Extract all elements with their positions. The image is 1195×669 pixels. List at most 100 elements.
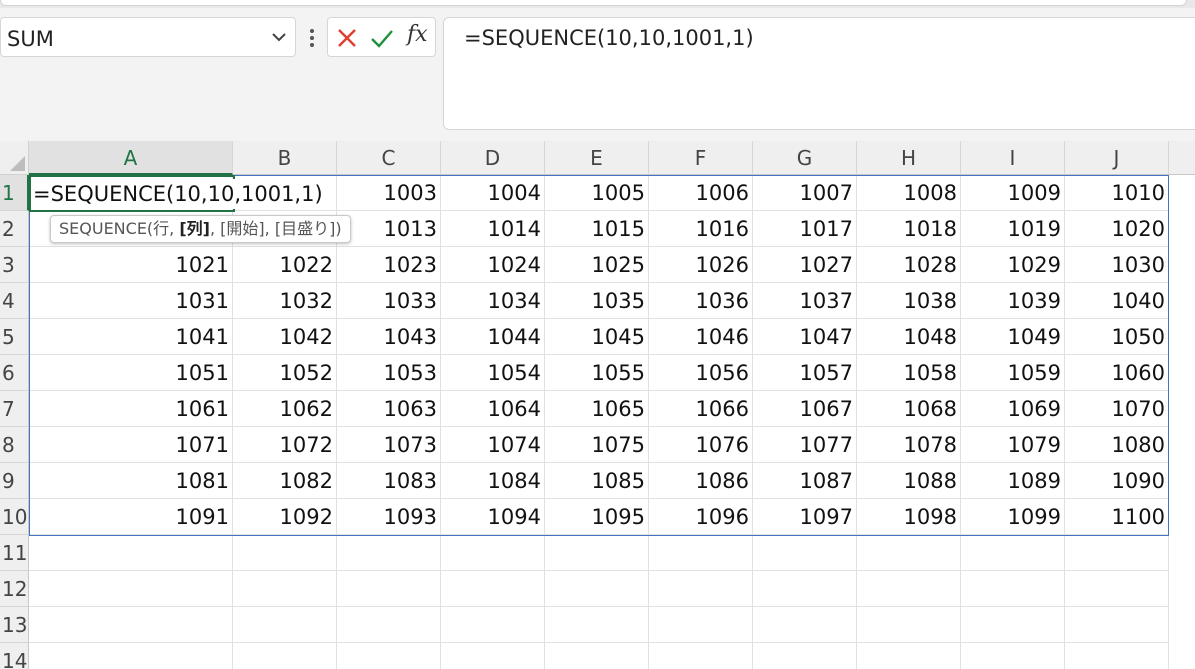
cell-j4[interactable]: 1040 bbox=[1065, 283, 1169, 319]
cell-h1[interactable]: 1008 bbox=[857, 175, 961, 211]
cell-e10[interactable]: 1095 bbox=[545, 499, 649, 535]
cell-i5[interactable]: 1049 bbox=[961, 319, 1065, 355]
cell-d13[interactable] bbox=[441, 607, 545, 643]
cell-h12[interactable] bbox=[857, 571, 961, 607]
x-icon[interactable] bbox=[336, 27, 358, 49]
cell-b5[interactable]: 1042 bbox=[233, 319, 337, 355]
cell-f7[interactable]: 1066 bbox=[649, 391, 753, 427]
cell-h9[interactable]: 1088 bbox=[857, 463, 961, 499]
row-header-6[interactable]: 6 bbox=[0, 355, 29, 391]
cell-b7[interactable]: 1062 bbox=[233, 391, 337, 427]
cell-h7[interactable]: 1068 bbox=[857, 391, 961, 427]
column-header-a[interactable]: A bbox=[29, 141, 233, 175]
cell-f10[interactable]: 1096 bbox=[649, 499, 753, 535]
cell-c2[interactable]: 1013 bbox=[337, 211, 441, 247]
cell-a5[interactable]: 1041 bbox=[29, 319, 233, 355]
cell-g5[interactable]: 1047 bbox=[753, 319, 857, 355]
column-header-h[interactable]: H bbox=[857, 141, 961, 175]
cell-j2[interactable]: 1020 bbox=[1065, 211, 1169, 247]
cell-e11[interactable] bbox=[545, 535, 649, 571]
cell-d1[interactable]: 1004 bbox=[441, 175, 545, 211]
cell-g12[interactable] bbox=[753, 571, 857, 607]
column-header-i[interactable]: I bbox=[961, 141, 1065, 175]
check-icon[interactable] bbox=[370, 27, 394, 49]
cell-f13[interactable] bbox=[649, 607, 753, 643]
cell-i6[interactable]: 1059 bbox=[961, 355, 1065, 391]
cell-c6[interactable]: 1053 bbox=[337, 355, 441, 391]
cell-a7[interactable]: 1061 bbox=[29, 391, 233, 427]
cell-e13[interactable] bbox=[545, 607, 649, 643]
cell-c12[interactable] bbox=[337, 571, 441, 607]
cell-h6[interactable]: 1058 bbox=[857, 355, 961, 391]
cell-j5[interactable]: 1050 bbox=[1065, 319, 1169, 355]
cell-f8[interactable]: 1076 bbox=[649, 427, 753, 463]
row-header-8[interactable]: 8 bbox=[0, 427, 29, 463]
more-options-icon[interactable] bbox=[305, 26, 319, 50]
cell-e7[interactable]: 1065 bbox=[545, 391, 649, 427]
cell-d4[interactable]: 1034 bbox=[441, 283, 545, 319]
cell-g14[interactable] bbox=[753, 643, 857, 669]
cell-i7[interactable]: 1069 bbox=[961, 391, 1065, 427]
row-header-2[interactable]: 2 bbox=[0, 211, 29, 247]
cell-h13[interactable] bbox=[857, 607, 961, 643]
row-header-11[interactable]: 11 bbox=[0, 535, 29, 571]
cell-a9[interactable]: 1081 bbox=[29, 463, 233, 499]
cell-g4[interactable]: 1037 bbox=[753, 283, 857, 319]
cell-d14[interactable] bbox=[441, 643, 545, 669]
cell-h10[interactable]: 1098 bbox=[857, 499, 961, 535]
cell-a13[interactable] bbox=[29, 607, 233, 643]
cell-g6[interactable]: 1057 bbox=[753, 355, 857, 391]
formula-bar[interactable]: =SEQUENCE(10,10,1001,1) bbox=[443, 17, 1195, 130]
row-header-5[interactable]: 5 bbox=[0, 319, 29, 355]
cell-i10[interactable]: 1099 bbox=[961, 499, 1065, 535]
cell-b3[interactable]: 1022 bbox=[233, 247, 337, 283]
cell-d9[interactable]: 1084 bbox=[441, 463, 545, 499]
cell-g11[interactable] bbox=[753, 535, 857, 571]
select-all-button[interactable] bbox=[0, 141, 29, 175]
cell-a12[interactable] bbox=[29, 571, 233, 607]
cell-edit-text[interactable]: =SEQUENCE(10,10,1001,1) bbox=[33, 179, 323, 209]
cell-a4[interactable]: 1031 bbox=[29, 283, 233, 319]
column-header-b[interactable]: B bbox=[233, 141, 337, 175]
cell-h5[interactable]: 1048 bbox=[857, 319, 961, 355]
cell-c10[interactable]: 1093 bbox=[337, 499, 441, 535]
row-header-10[interactable]: 10 bbox=[0, 499, 29, 535]
cell-e5[interactable]: 1045 bbox=[545, 319, 649, 355]
cell-g7[interactable]: 1067 bbox=[753, 391, 857, 427]
cell-c11[interactable] bbox=[337, 535, 441, 571]
cell-d11[interactable] bbox=[441, 535, 545, 571]
cell-j14[interactable] bbox=[1065, 643, 1169, 669]
cell-a3[interactable]: 1021 bbox=[29, 247, 233, 283]
cell-h4[interactable]: 1038 bbox=[857, 283, 961, 319]
cell-i1[interactable]: 1009 bbox=[961, 175, 1065, 211]
cell-g1[interactable]: 1007 bbox=[753, 175, 857, 211]
cell-e6[interactable]: 1055 bbox=[545, 355, 649, 391]
cell-f6[interactable]: 1056 bbox=[649, 355, 753, 391]
column-header-g[interactable]: G bbox=[753, 141, 857, 175]
row-header-4[interactable]: 4 bbox=[0, 283, 29, 319]
cell-j7[interactable]: 1070 bbox=[1065, 391, 1169, 427]
cell-d7[interactable]: 1064 bbox=[441, 391, 545, 427]
cell-j1[interactable]: 1010 bbox=[1065, 175, 1169, 211]
cell-b11[interactable] bbox=[233, 535, 337, 571]
insert-function-button[interactable]: fx bbox=[407, 22, 428, 47]
column-header-partial[interactable] bbox=[1169, 141, 1195, 175]
cell-h14[interactable] bbox=[857, 643, 961, 669]
cell-i2[interactable]: 1019 bbox=[961, 211, 1065, 247]
row-header-3[interactable]: 3 bbox=[0, 247, 29, 283]
cell-a6[interactable]: 1051 bbox=[29, 355, 233, 391]
cell-c1[interactable]: 1003 bbox=[337, 175, 441, 211]
cell-j12[interactable] bbox=[1065, 571, 1169, 607]
cell-g8[interactable]: 1077 bbox=[753, 427, 857, 463]
row-header-13[interactable]: 13 bbox=[0, 607, 29, 643]
cell-d5[interactable]: 1044 bbox=[441, 319, 545, 355]
cell-f4[interactable]: 1036 bbox=[649, 283, 753, 319]
cell-b4[interactable]: 1032 bbox=[233, 283, 337, 319]
cell-e3[interactable]: 1025 bbox=[545, 247, 649, 283]
cell-c5[interactable]: 1043 bbox=[337, 319, 441, 355]
row-header-7[interactable]: 7 bbox=[0, 391, 29, 427]
cell-d12[interactable] bbox=[441, 571, 545, 607]
cell-e2[interactable]: 1015 bbox=[545, 211, 649, 247]
cell-g9[interactable]: 1087 bbox=[753, 463, 857, 499]
cell-b10[interactable]: 1092 bbox=[233, 499, 337, 535]
